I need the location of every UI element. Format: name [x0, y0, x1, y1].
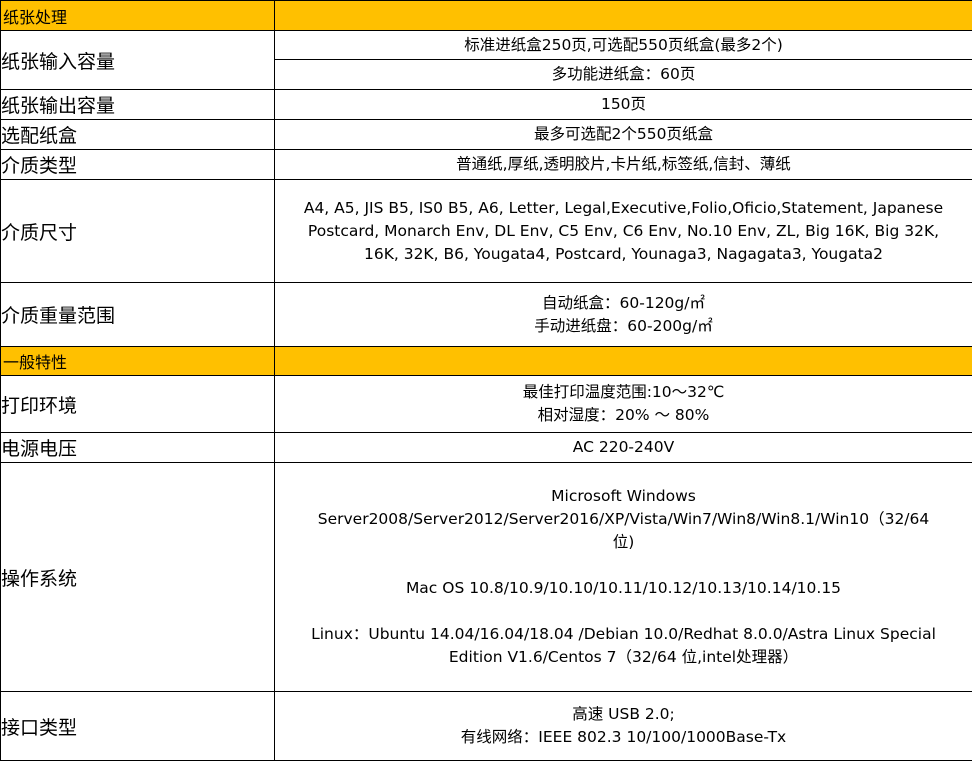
spec-value: A4, A5, JIS B5, IS0 B5, A6, Letter, Lega… [275, 180, 972, 283]
section-header-general: 一般特性 [1, 347, 972, 376]
spec-label: 纸张输出容量 [1, 90, 275, 120]
value-line: Mac OS 10.8/10.9/10.10/10.11/10.12/10.13… [275, 577, 972, 600]
spec-row-power: 电源电压 AC 220-240V [1, 433, 972, 463]
spec-row-output-capacity: 纸张输出容量 150页 [1, 90, 972, 120]
spec-row-interface: 接口类型 高速 USB 2.0; 有线网络：IEEE 802.3 10/100/… [1, 692, 972, 761]
spacer [275, 600, 972, 623]
spec-row-input-capacity: 纸张输入容量 标准进纸盒250页,可选配550页纸盒(最多2个) [1, 31, 972, 60]
value-line: 相对湿度：20% ～ 80% [275, 404, 972, 427]
spec-row-media-weight: 介质重量范围 自动纸盒：60-120g/㎡ 手动进纸盘：60-200g/㎡ [1, 283, 972, 347]
value-line: 最佳打印温度范围:10～32℃ [275, 381, 972, 404]
value-line: 高速 USB 2.0; [275, 703, 972, 726]
spec-label: 电源电压 [1, 433, 275, 463]
spec-label: 介质尺寸 [1, 180, 275, 283]
value-line: 有线网络：IEEE 802.3 10/100/1000Base-Tx [275, 726, 972, 749]
spec-value: Microsoft Windows Server2008/Server2012/… [275, 463, 972, 692]
spec-row-operating-system: 操作系统 Microsoft Windows Server2008/Server… [1, 463, 972, 692]
value-line: 位) [275, 531, 972, 554]
spec-value: 多功能进纸盒：60页 [275, 60, 972, 90]
spacer [275, 554, 972, 577]
spec-label: 介质类型 [1, 150, 275, 180]
section-title: 一般特性 [1, 347, 275, 376]
spec-row-print-environment: 打印环境 最佳打印温度范围:10～32℃ 相对湿度：20% ～ 80% [1, 376, 972, 433]
spec-row-media-type: 介质类型 普通纸,厚纸,透明胶片,卡片纸,标签纸,信封、薄纸 [1, 150, 972, 180]
spec-value: 最佳打印温度范围:10～32℃ 相对湿度：20% ～ 80% [275, 376, 972, 433]
spec-value: AC 220-240V [275, 433, 972, 463]
spec-value: 最多可选配2个550页纸盒 [275, 120, 972, 150]
spec-row-optional-tray: 选配纸盒 最多可选配2个550页纸盒 [1, 120, 972, 150]
value-line: Edition V1.6/Centos 7（32/64 位,intel处理器） [275, 646, 972, 669]
value-line: Linux：Ubuntu 14.04/16.04/18.04 /Debian 1… [275, 623, 972, 646]
value-line: Server2008/Server2012/Server2016/XP/Vist… [275, 508, 972, 531]
spec-label: 接口类型 [1, 692, 275, 761]
spec-label: 纸张输入容量 [1, 31, 275, 90]
spec-label: 介质重量范围 [1, 283, 275, 347]
spec-label: 操作系统 [1, 463, 275, 692]
value-line: 自动纸盒：60-120g/㎡ [275, 292, 972, 315]
section-header-blank [275, 1, 972, 31]
spec-table: 纸张处理 纸张输入容量 标准进纸盒250页,可选配550页纸盒(最多2个) 多功… [0, 0, 972, 761]
value-line: Microsoft Windows [275, 485, 972, 508]
value-line: A4, A5, JIS B5, IS0 B5, A6, Letter, Lega… [275, 197, 972, 220]
spec-value: 普通纸,厚纸,透明胶片,卡片纸,标签纸,信封、薄纸 [275, 150, 972, 180]
spec-value: 150页 [275, 90, 972, 120]
value-line: 16K, 32K, B6, Yougata4, Postcard, Younag… [275, 243, 972, 266]
section-title: 纸张处理 [1, 1, 275, 31]
spec-label: 选配纸盒 [1, 120, 275, 150]
spec-value: 自动纸盒：60-120g/㎡ 手动进纸盘：60-200g/㎡ [275, 283, 972, 347]
value-line: Postcard, Monarch Env, DL Env, C5 Env, C… [275, 220, 972, 243]
spec-row-media-size: 介质尺寸 A4, A5, JIS B5, IS0 B5, A6, Letter,… [1, 180, 972, 283]
spec-value: 标准进纸盒250页,可选配550页纸盒(最多2个) [275, 31, 972, 60]
section-header-blank [275, 347, 972, 376]
value-line: 手动进纸盘：60-200g/㎡ [275, 315, 972, 338]
section-header-paper-handling: 纸张处理 [1, 1, 972, 31]
spec-label: 打印环境 [1, 376, 275, 433]
spec-value: 高速 USB 2.0; 有线网络：IEEE 802.3 10/100/1000B… [275, 692, 972, 761]
